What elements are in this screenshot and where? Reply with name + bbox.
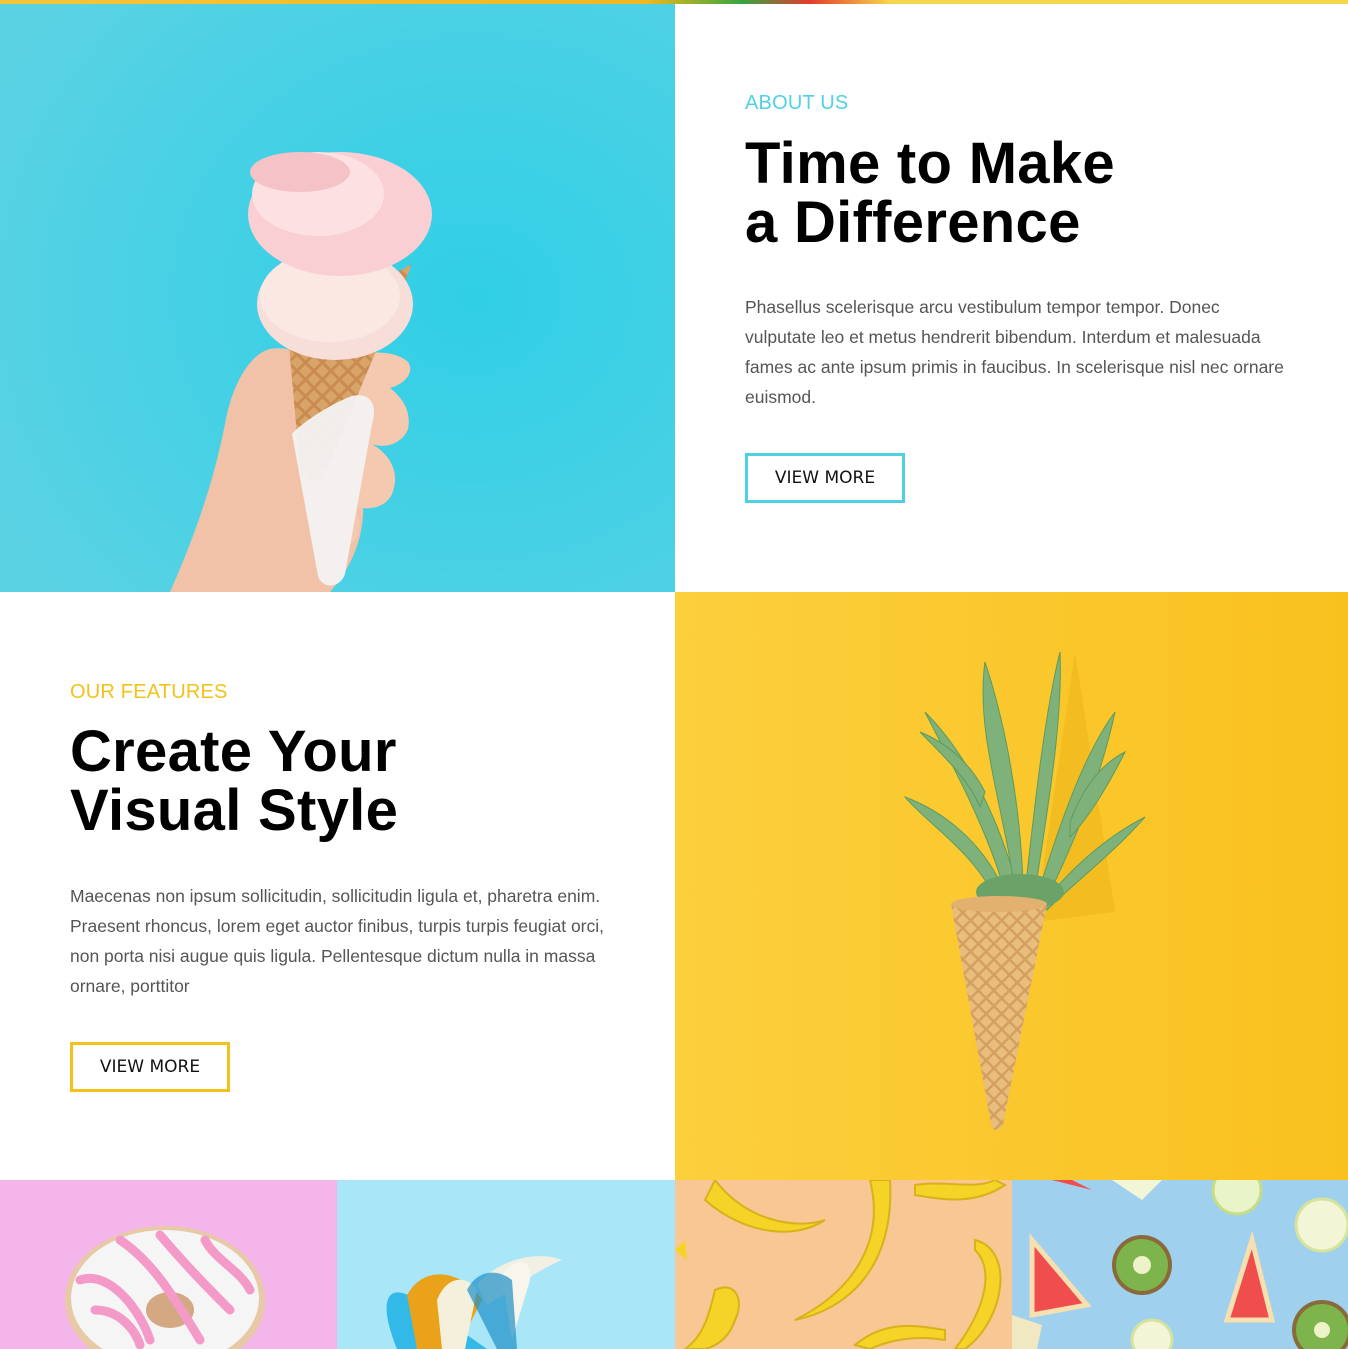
about-view-more-button[interactable]: VIEW MORE bbox=[745, 453, 905, 503]
gallery-citrus-image[interactable] bbox=[1012, 1180, 1348, 1349]
about-body: Phasellus scelerisque arcu vestibulum te… bbox=[745, 297, 1284, 407]
about-eyebrow: ABOUT US bbox=[745, 92, 849, 114]
gallery-bananas-image[interactable] bbox=[675, 1180, 1012, 1349]
pineapple-cone-image bbox=[675, 592, 1348, 1180]
features-body: Maecenas non ipsum sollicitudin, sollici… bbox=[70, 886, 605, 996]
features-section: OUR FEATURES Create Your Visual Style Ma… bbox=[0, 592, 675, 1180]
about-heading: Time to Make a Difference bbox=[745, 131, 1115, 255]
features-heading: Create Your Visual Style bbox=[70, 719, 399, 843]
features-view-more-button[interactable]: VIEW MORE bbox=[70, 1042, 230, 1092]
gallery-donut-image[interactable] bbox=[0, 1180, 337, 1349]
ice-cream-image bbox=[0, 4, 675, 592]
features-eyebrow: OUR FEATURES bbox=[70, 681, 228, 703]
about-section: ABOUT US Time to Make a Difference Phase… bbox=[675, 4, 1348, 592]
gallery-banana-image[interactable] bbox=[337, 1180, 675, 1349]
